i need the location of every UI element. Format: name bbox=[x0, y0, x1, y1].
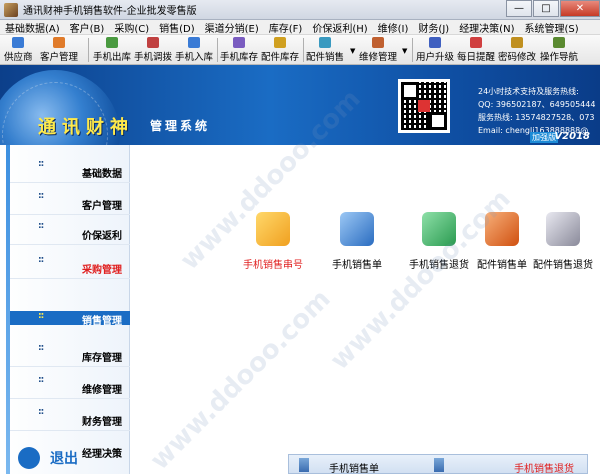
toolbar-supplier-button[interactable]: 供应商 bbox=[4, 35, 33, 65]
contact-line: 服务热线: 13574827528、073 bbox=[478, 113, 595, 122]
func-phone-sales-serial[interactable]: 手机销售串号 bbox=[228, 212, 318, 271]
document-icon bbox=[299, 458, 309, 472]
toolbar-password-button[interactable]: 密码修改 bbox=[498, 35, 536, 65]
bottom-link-phone-sales[interactable]: 手机销售单 bbox=[329, 460, 379, 474]
brand-subtitle: 管理系统 bbox=[150, 119, 211, 133]
version-label: V2018 bbox=[554, 131, 590, 142]
menu-manager[interactable]: 经理决策(N) bbox=[454, 20, 519, 35]
toolbar-phone-out-button[interactable]: 手机出库 bbox=[93, 35, 131, 65]
menu-finance[interactable]: 财务(J) bbox=[413, 20, 454, 35]
upgrade-icon bbox=[429, 37, 441, 48]
toolbar-phone-transfer-button[interactable]: 手机调拨 bbox=[134, 35, 172, 65]
toolbar-phone-in-button[interactable]: 手机入库 bbox=[175, 35, 213, 65]
menu-customer[interactable]: 客户(B) bbox=[65, 20, 110, 35]
sidebar-item-rebate[interactable]: :: 价保返利 bbox=[10, 215, 130, 245]
window-controls: — □ ✕ bbox=[505, 0, 600, 17]
document-icon bbox=[340, 212, 374, 246]
menu-bar: 基础数据(A) 客户(B) 采购(C) 销售(D) 渠道分销(E) 库存(F) … bbox=[0, 20, 600, 35]
toolbar-reminder-button[interactable]: 每日提醒 bbox=[457, 35, 495, 65]
parts-sales-dropdown-icon[interactable]: ▼ bbox=[350, 47, 355, 55]
sidebar-item-purchase[interactable]: :: 采购管理 bbox=[10, 249, 130, 279]
sidebar-item-sales[interactable]: :: 销售管理 bbox=[10, 311, 130, 327]
menu-system[interactable]: 系统管理(S) bbox=[519, 20, 583, 35]
func-phone-sales-order[interactable]: 手机销售单 bbox=[312, 212, 402, 271]
menu-repair[interactable]: 维修(I) bbox=[373, 20, 414, 35]
menu-basic-data[interactable]: 基础数据(A) bbox=[0, 20, 65, 35]
document-icon bbox=[434, 458, 444, 472]
close-button[interactable]: ✕ bbox=[560, 0, 600, 17]
sidebar-item-basic-data[interactable]: :: 基础数据 bbox=[10, 153, 130, 183]
toolbar-navigation-button[interactable]: 操作导航 bbox=[540, 35, 578, 65]
toolbar-upgrade-button[interactable]: 用户升级 bbox=[416, 35, 454, 65]
bottom-panel: 手机销售单 手机销售退货 bbox=[288, 454, 588, 474]
main-content: :: 基础数据 :: 客户管理 :: 价保返利 :: 采购管理 :: 销售管理 … bbox=[0, 84, 600, 474]
brand-name: 通讯财神 bbox=[38, 117, 134, 138]
menu-inventory[interactable]: 库存(F) bbox=[264, 20, 308, 35]
window-title: 通讯财神手机销售软件-企业批发零售版 bbox=[23, 6, 197, 17]
customer-icon bbox=[53, 37, 65, 48]
qr-code bbox=[398, 79, 450, 133]
maximize-button[interactable]: □ bbox=[533, 0, 559, 17]
sidebar-item-customer[interactable]: :: 客户管理 bbox=[10, 185, 130, 215]
supplier-icon bbox=[12, 37, 25, 48]
password-icon bbox=[511, 37, 523, 48]
navigation-icon bbox=[553, 37, 565, 48]
toolbar-repair-button[interactable]: 维修管理 bbox=[359, 35, 397, 65]
reminder-icon bbox=[470, 37, 482, 48]
phone-out-icon bbox=[106, 37, 118, 48]
parts-stock-icon bbox=[274, 37, 286, 48]
toolbar-separator bbox=[303, 38, 304, 62]
phone-transfer-icon bbox=[147, 37, 159, 48]
toolbar-phone-stock-button[interactable]: 手机库存 bbox=[220, 35, 258, 65]
title-bar: 通讯财神手机销售软件-企业批发零售版 — □ ✕ bbox=[0, 0, 600, 20]
folder-icon bbox=[256, 212, 290, 246]
parts-order-icon bbox=[485, 212, 519, 246]
return-icon bbox=[422, 212, 456, 246]
sidebar: :: 基础数据 :: 客户管理 :: 价保返利 :: 采购管理 :: 销售管理 … bbox=[0, 145, 130, 474]
toolbar-separator bbox=[88, 38, 89, 62]
contact-line: 24小时技术支持及服务热线: bbox=[478, 87, 579, 96]
repair-dropdown-icon[interactable]: ▼ bbox=[402, 47, 407, 55]
phone-stock-icon bbox=[233, 37, 245, 48]
parts-sales-icon bbox=[319, 37, 331, 48]
exit-icon[interactable] bbox=[18, 447, 40, 469]
contact-line: QQ: 396502187、649505444 bbox=[478, 100, 596, 109]
func-parts-sales-return[interactable]: 配件销售退货 bbox=[518, 212, 600, 271]
phone-in-icon bbox=[188, 37, 200, 48]
toolbar-separator bbox=[217, 38, 218, 62]
contact-info: 24小时技术支持及服务热线: QQ: 396502187、649505444 服… bbox=[478, 85, 595, 137]
toolbar-separator bbox=[412, 38, 413, 62]
exit-button[interactable]: 退出 bbox=[50, 448, 78, 468]
menu-sales[interactable]: 销售(D) bbox=[154, 20, 200, 35]
watermark: www.ddooo.com bbox=[144, 284, 337, 474]
sidebar-item-finance[interactable]: :: 财务管理 bbox=[10, 401, 130, 431]
app-icon bbox=[4, 2, 18, 17]
minimize-button[interactable]: — bbox=[506, 0, 532, 17]
sidebar-item-inventory[interactable]: :: 库存管理 bbox=[10, 337, 130, 367]
toolbar-parts-stock-button[interactable]: 配件库存 bbox=[261, 35, 299, 65]
menu-distribution[interactable]: 渠道分销(E) bbox=[200, 20, 264, 35]
toolbar: 供应商 客户管理 手机出库 手机调拨 手机入库 手机库存 配件库存 配件销售 ▼… bbox=[0, 35, 600, 65]
repair-icon bbox=[372, 37, 384, 48]
bottom-link-phone-return[interactable]: 手机销售退货 bbox=[514, 460, 574, 474]
toolbar-customer-button[interactable]: 客户管理 bbox=[40, 35, 78, 65]
menu-rebate[interactable]: 价保返利(H) bbox=[307, 20, 372, 35]
banner: 通讯财神 管理系统 24小时技术支持及服务热线: QQ: 396502187、6… bbox=[0, 65, 600, 145]
sidebar-item-repair[interactable]: :: 维修管理 bbox=[10, 369, 130, 399]
toolbar-parts-sales-button[interactable]: 配件销售 bbox=[306, 35, 344, 65]
menu-purchase[interactable]: 采购(C) bbox=[109, 20, 154, 35]
printer-icon bbox=[546, 212, 580, 246]
